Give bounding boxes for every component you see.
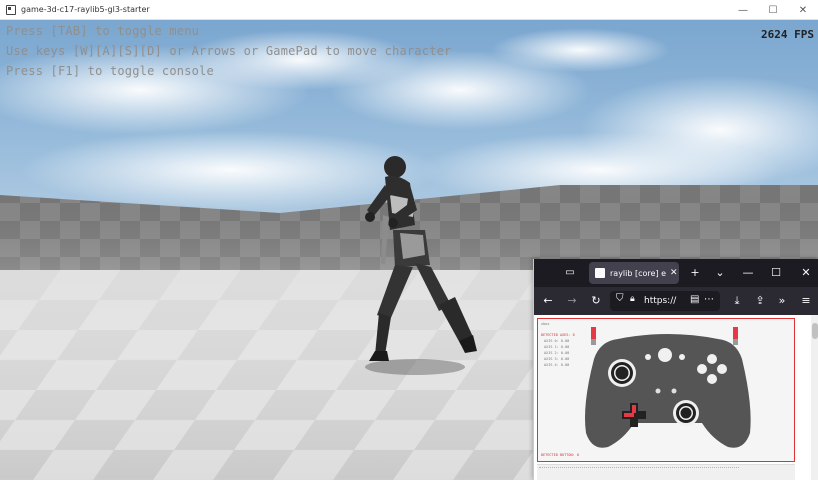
minimize-icon: — bbox=[738, 4, 748, 16]
browser-minimize-icon[interactable]: — bbox=[740, 265, 756, 281]
instruction-toggle-menu: Press [TAB] to toggle menu bbox=[6, 24, 200, 38]
close-icon: ✕ bbox=[798, 4, 808, 16]
fps-counter: 2624 FPS bbox=[761, 28, 814, 41]
browser-tab-strip: ▭ raylib [core] example ✕ + ⌄ — ☐ ✕ bbox=[534, 259, 818, 287]
new-tab-button[interactable]: + bbox=[687, 265, 703, 281]
lock-icon[interactable]: 🔒︎ bbox=[630, 294, 635, 304]
browser-navbar: ← → ↻ ⛉ 🔒︎ https:// ▤ ⋯ ⤓ ⇪ » ≡ bbox=[534, 287, 818, 315]
tab-favicon-icon bbox=[595, 268, 605, 278]
browser-window: ▭ raylib [core] example ✕ + ⌄ — ☐ ✕ ← → … bbox=[533, 259, 818, 480]
player-character bbox=[365, 156, 477, 375]
firefox-view-icon[interactable]: ▭ bbox=[564, 267, 576, 279]
instruction-toggle-console: Press [F1] to toggle console bbox=[6, 64, 214, 78]
url-bar[interactable]: ⛉ 🔒︎ https:// ▤ ⋯ bbox=[610, 291, 720, 311]
axis-value: AXIS 4: 0.00 bbox=[544, 363, 570, 367]
scrollbar-thumb[interactable] bbox=[812, 323, 818, 339]
tab-close-icon[interactable]: ✕ bbox=[670, 268, 678, 278]
instruction-move-character: Use keys [W][A][S][D] or Arrows or GameP… bbox=[6, 44, 452, 58]
page-actions-icon[interactable]: ⋯ bbox=[704, 294, 714, 305]
browser-tab-active[interactable]: raylib [core] example ✕ bbox=[589, 262, 679, 284]
url-text: https:// bbox=[644, 296, 677, 306]
detected-axes-label: DETECTED AXES: 6 bbox=[541, 333, 575, 337]
window-titlebar[interactable]: game-3d-c17-raylib5-gl3-starter — ☐ ✕ bbox=[0, 0, 818, 20]
raylib-example-canvas[interactable]: xbox DETECTED AXES: 6 AXIS 0: 0.00 AXIS … bbox=[537, 318, 795, 462]
shield-icon[interactable]: ⛉ bbox=[616, 293, 624, 304]
window-maximize-button[interactable]: ☐ bbox=[758, 0, 788, 20]
axis-value: AXIS 0: 0.00 bbox=[544, 339, 570, 343]
page-footer-area bbox=[537, 464, 795, 480]
back-arrow-icon[interactable]: ← bbox=[540, 293, 556, 309]
browser-close-icon[interactable]: ✕ bbox=[798, 265, 814, 281]
window-close-button[interactable]: ✕ bbox=[788, 0, 818, 20]
window-title: game-3d-c17-raylib5-gl3-starter bbox=[21, 5, 150, 14]
page-scrollbar[interactable] bbox=[811, 315, 818, 480]
app-menu-icon[interactable]: ≡ bbox=[798, 293, 814, 309]
reader-view-icon[interactable]: ▤ bbox=[690, 294, 699, 305]
window-minimize-button[interactable]: — bbox=[728, 0, 758, 20]
forward-arrow-icon[interactable]: → bbox=[564, 293, 580, 309]
gamepad-illustration bbox=[585, 327, 751, 448]
axis-value: AXIS 1: 0.00 bbox=[544, 345, 570, 349]
detected-button-label: DETECTED BUTTON: 0 bbox=[541, 453, 579, 457]
browser-content[interactable]: xbox DETECTED AXES: 6 AXIS 0: 0.00 AXIS … bbox=[534, 315, 818, 480]
download-icon[interactable]: ⤓ bbox=[729, 293, 745, 309]
reload-icon[interactable]: ↻ bbox=[588, 293, 604, 309]
example-title: xbox bbox=[541, 322, 550, 326]
axis-value: AXIS 3: 0.00 bbox=[544, 357, 570, 361]
maximize-icon: ☐ bbox=[768, 4, 778, 16]
list-all-tabs-icon[interactable]: ⌄ bbox=[712, 265, 728, 281]
extensions-icon[interactable]: ⇪ bbox=[752, 293, 768, 309]
app-icon bbox=[6, 4, 16, 15]
browser-maximize-icon[interactable]: ☐ bbox=[768, 265, 784, 281]
divider bbox=[539, 467, 739, 468]
axis-value: AXIS 2: 0.00 bbox=[544, 351, 570, 355]
tab-title: raylib [core] example bbox=[610, 268, 666, 278]
overflow-menu-icon[interactable]: » bbox=[774, 293, 790, 309]
